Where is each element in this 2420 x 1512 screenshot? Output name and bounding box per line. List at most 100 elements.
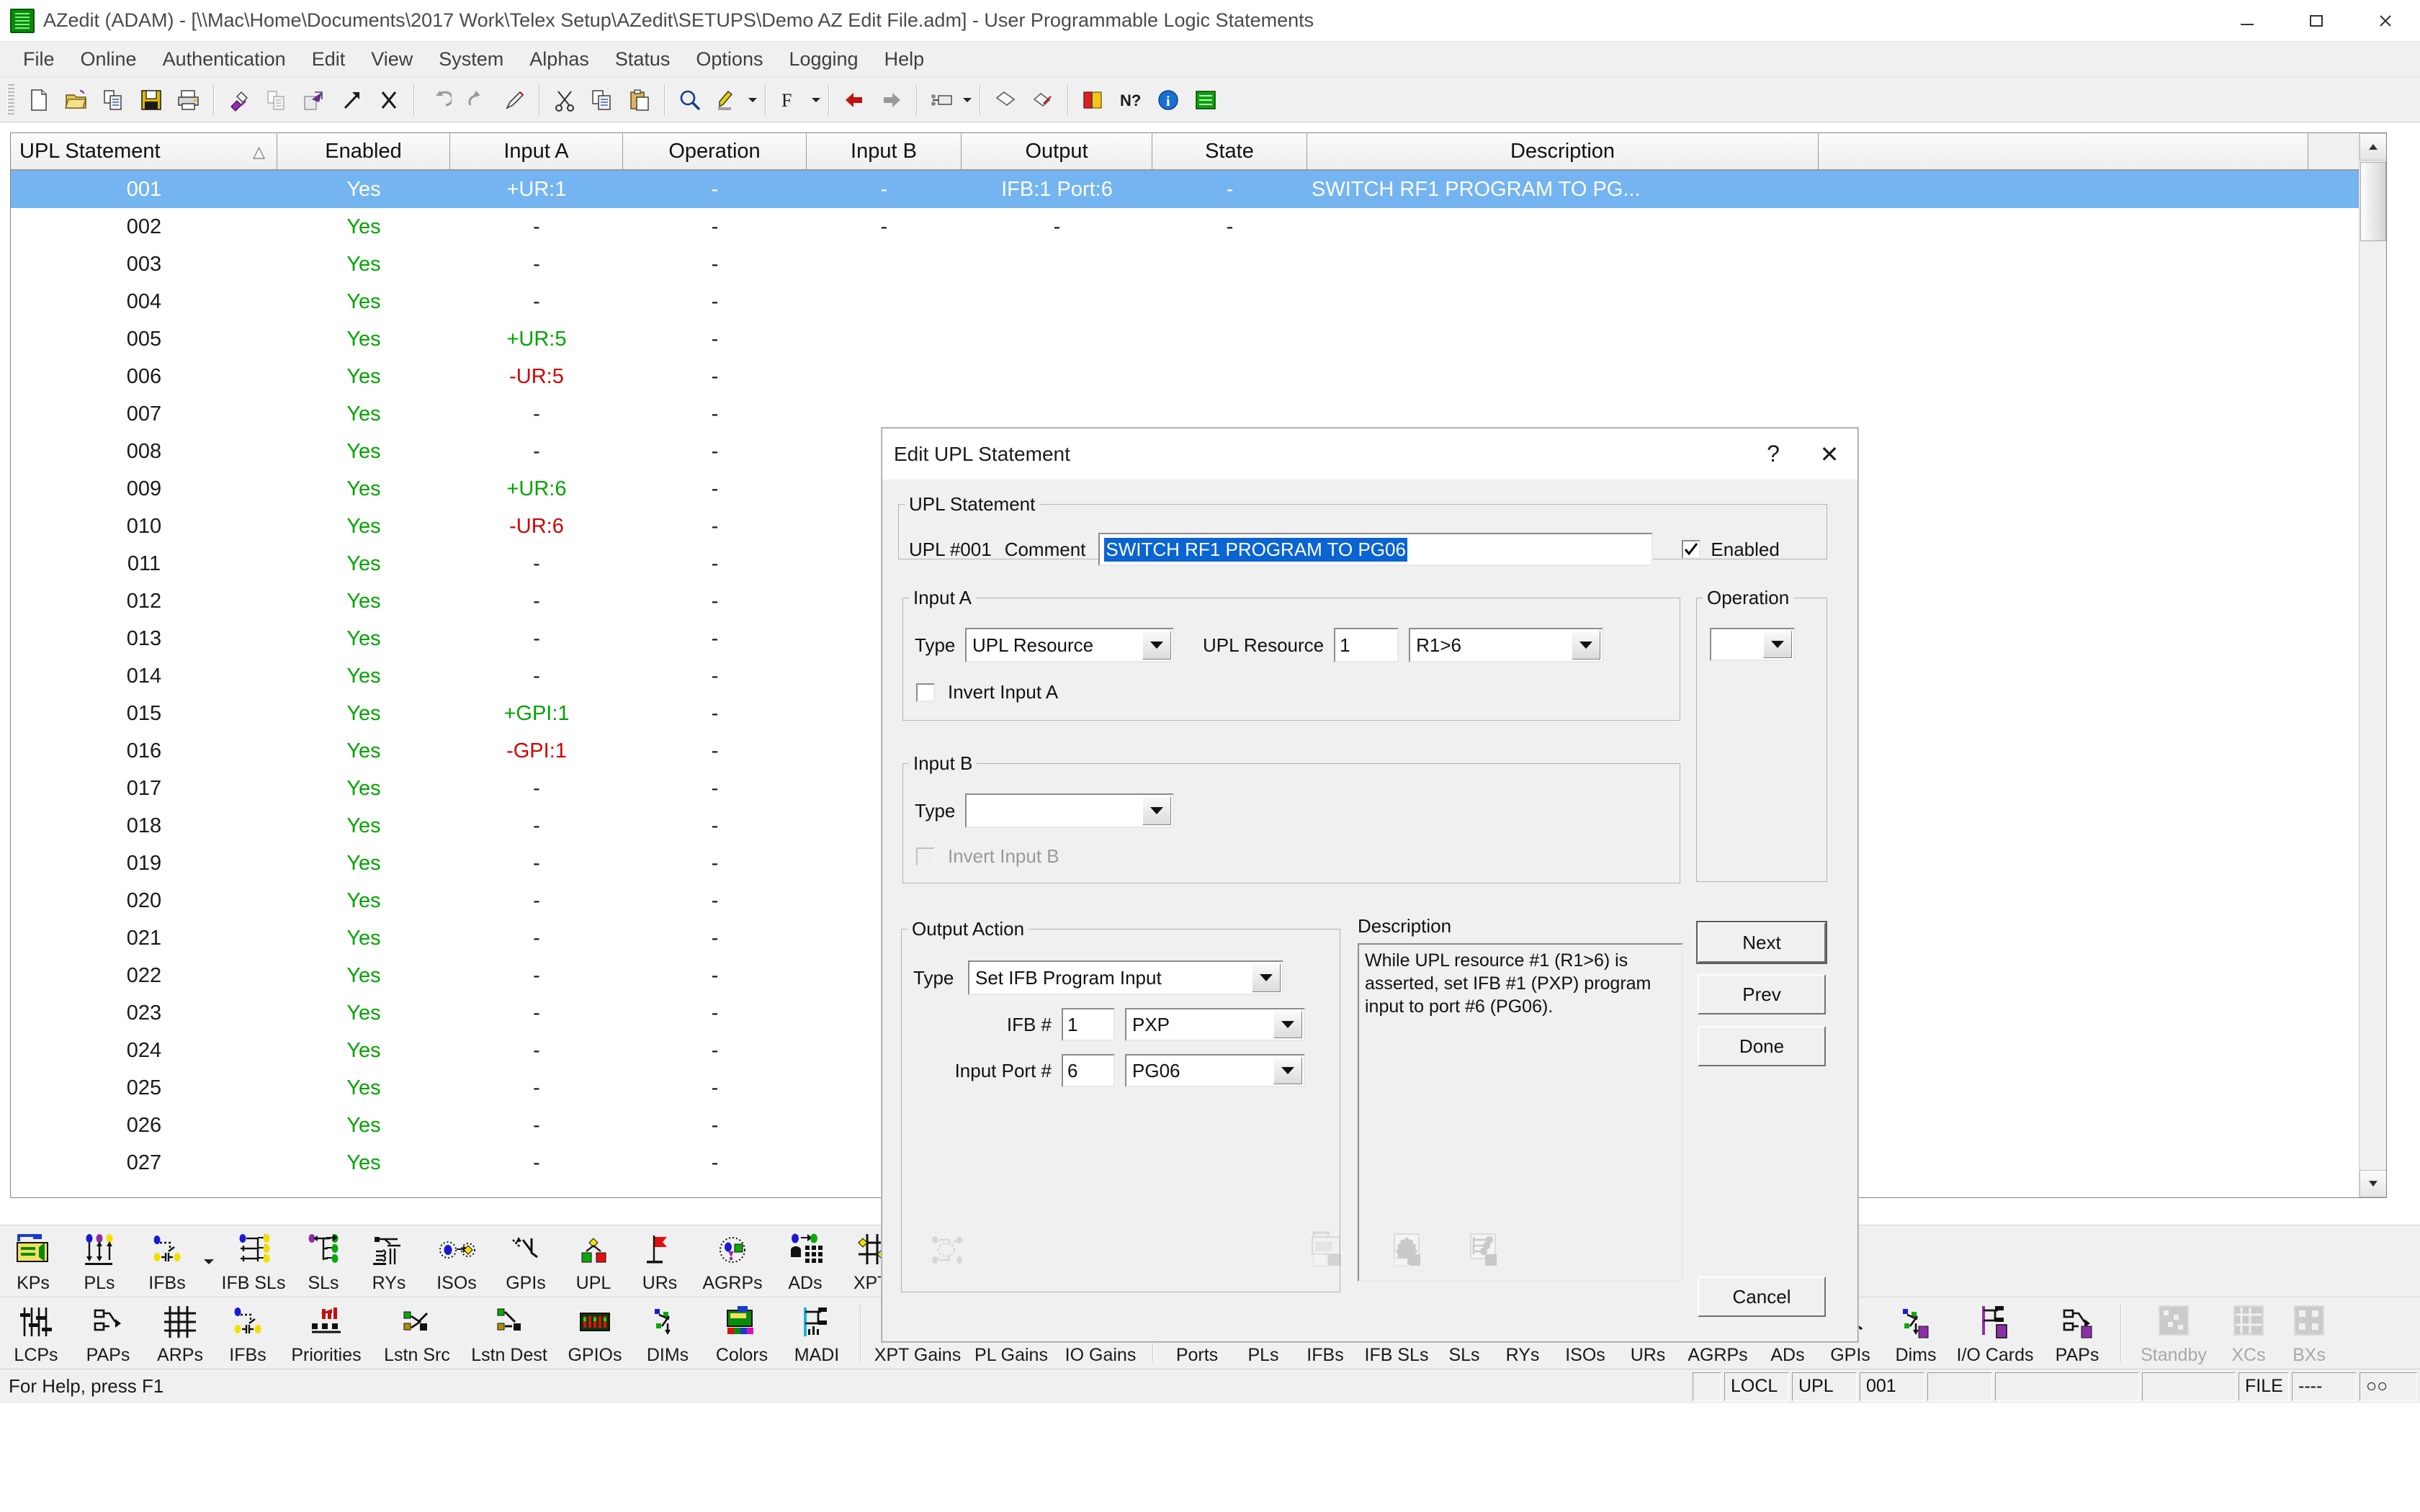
- output-type-select[interactable]: Set IFB Program Input: [968, 960, 1283, 995]
- table-row[interactable]: 004 Yes - -: [11, 283, 2386, 320]
- chevron-down-icon[interactable]: [202, 1256, 216, 1297]
- connect-plug-icon[interactable]: [220, 81, 258, 119]
- toolbar-button-dims[interactable]: Dims: [1883, 1297, 1949, 1369]
- info-icon[interactable]: i: [1150, 81, 1187, 119]
- menu-item-view[interactable]: View: [358, 45, 426, 73]
- arrow-out-icon[interactable]: [333, 81, 370, 119]
- toolbar-button-ifbs[interactable]: IFBs: [133, 1225, 202, 1297]
- toolbar-button-pls[interactable]: PLs: [66, 1225, 133, 1297]
- input-port-number-input[interactable]: 6: [1062, 1054, 1115, 1087]
- chevron-down-icon[interactable]: [1252, 963, 1281, 992]
- toolbar-button-kps[interactable]: KPs: [0, 1225, 66, 1297]
- prev-button[interactable]: Prev: [1698, 974, 1826, 1014]
- input-a-type-select[interactable]: UPL Resource: [965, 628, 1174, 662]
- undo-icon[interactable]: [421, 81, 458, 119]
- table-row[interactable]: 002 Yes - - - - -: [11, 208, 2386, 246]
- minimize-icon[interactable]: [2213, 1, 2282, 41]
- grid-column-header[interactable]: Output: [962, 133, 1152, 169]
- toolbar-button-rys[interactable]: RYs: [356, 1225, 422, 1297]
- table-row[interactable]: 005 Yes +UR:5 -: [11, 320, 2386, 358]
- save-disk-icon[interactable]: [133, 81, 170, 119]
- grid-column-header[interactable]: Input B: [807, 133, 962, 169]
- clear-pencil-icon[interactable]: [496, 81, 533, 119]
- close-icon[interactable]: [2351, 1, 2420, 41]
- menu-item-online[interactable]: Online: [68, 45, 150, 73]
- chevron-down-icon[interactable]: [746, 81, 759, 119]
- toolbar-button-ads[interactable]: ADs: [772, 1225, 838, 1297]
- chevron-down-icon[interactable]: [961, 81, 974, 119]
- new-file-icon[interactable]: [20, 81, 58, 119]
- menu-item-system[interactable]: System: [426, 45, 516, 73]
- scrollbar-thumb[interactable]: [2360, 162, 2386, 241]
- help-icon[interactable]: ?: [1745, 429, 1801, 480]
- chevron-down-icon[interactable]: [1142, 796, 1171, 825]
- grid-column-header[interactable]: Enabled: [277, 133, 450, 169]
- grid-column-header[interactable]: Description: [1307, 133, 1819, 169]
- comment-input[interactable]: SWITCH RF1 PROGRAM TO PG06: [1098, 533, 1654, 566]
- ifb-number-input[interactable]: 1: [1062, 1008, 1115, 1041]
- input-port-name-select[interactable]: PG06: [1125, 1054, 1305, 1087]
- print-icon[interactable]: [170, 81, 207, 119]
- toolbar-button-arps[interactable]: ARPs: [144, 1297, 216, 1369]
- toolbar-button-gpis[interactable]: GPIs: [491, 1225, 560, 1297]
- menu-item-alphas[interactable]: Alphas: [516, 45, 602, 73]
- vertical-scrollbar[interactable]: [2359, 133, 2386, 1197]
- toolbar-button-paps[interactable]: PAPs: [72, 1297, 144, 1369]
- scroll-down-icon[interactable]: [2360, 1170, 2386, 1197]
- chevron-down-icon[interactable]: [1572, 631, 1601, 660]
- table-row[interactable]: 003 Yes - -: [11, 246, 2386, 283]
- prev-red-arrow-icon[interactable]: [835, 81, 873, 119]
- highlight-marker-icon[interactable]: [709, 81, 746, 119]
- grid-column-header[interactable]: Input A: [450, 133, 623, 169]
- search-icon[interactable]: [671, 81, 709, 119]
- toolbar-button-paps[interactable]: PAPs: [2041, 1297, 2113, 1369]
- maximize-icon[interactable]: [2282, 1, 2351, 41]
- font-icon[interactable]: F: [772, 81, 810, 119]
- chevron-down-icon[interactable]: [1273, 1057, 1302, 1084]
- toolbar-button-gpios[interactable]: GPIOs: [557, 1297, 632, 1369]
- toolbar-button-dims[interactable]: DIMs: [632, 1297, 703, 1369]
- monitor-green-icon[interactable]: [1187, 81, 1224, 119]
- close-icon[interactable]: ✕: [1801, 429, 1857, 480]
- menu-item-options[interactable]: Options: [683, 45, 776, 73]
- table-row[interactable]: 006 Yes -UR:5 -: [11, 358, 2386, 395]
- cut-scissors-icon[interactable]: [546, 81, 583, 119]
- toolbar-button-upl[interactable]: UPL: [560, 1225, 627, 1297]
- toolbar-button-isos[interactable]: ISOs: [422, 1225, 491, 1297]
- download-pages-icon[interactable]: [258, 81, 295, 119]
- tag-pencil-icon[interactable]: [1024, 81, 1062, 119]
- tag-blank-icon[interactable]: [987, 81, 1024, 119]
- scroll-up-icon[interactable]: [2360, 133, 2386, 161]
- grid-column-header[interactable]: [1819, 133, 2308, 169]
- menu-item-edit[interactable]: Edit: [299, 45, 359, 73]
- invert-input-a-checkbox[interactable]: [916, 683, 935, 702]
- next-gray-arrow-icon[interactable]: [873, 81, 910, 119]
- toolbar-button-ifbs[interactable]: IFBs: [216, 1297, 279, 1369]
- grid-column-header[interactable]: Operation: [623, 133, 807, 169]
- upl-resource-number-input[interactable]: 1: [1334, 628, 1399, 662]
- input-b-type-select[interactable]: [965, 793, 1174, 828]
- ifb-name-select[interactable]: PXP: [1125, 1008, 1305, 1041]
- toolbar-button-ifb-sls[interactable]: IFB SLs: [216, 1225, 291, 1297]
- menu-item-status[interactable]: Status: [602, 45, 684, 73]
- menu-item-help[interactable]: Help: [871, 45, 938, 73]
- toolbar-button-priorities[interactable]: Priorities: [279, 1297, 373, 1369]
- chevron-down-icon[interactable]: [1273, 1011, 1302, 1038]
- toolbar-button-lstn-src[interactable]: Lstn Src: [373, 1297, 461, 1369]
- book-help-icon[interactable]: [1075, 81, 1112, 119]
- upl-resource-name-select[interactable]: R1>6: [1409, 628, 1604, 662]
- send-upload-icon[interactable]: [295, 81, 333, 119]
- keyboard-link-icon[interactable]: [923, 81, 961, 119]
- paste-icon[interactable]: [621, 81, 658, 119]
- done-button[interactable]: Done: [1698, 1026, 1826, 1066]
- toolbar-button-agrps[interactable]: AGRPs: [693, 1225, 772, 1297]
- copy-pages-icon[interactable]: [95, 81, 133, 119]
- toolbar-button-i-o-cards[interactable]: I/O Cards: [1949, 1297, 2041, 1369]
- toolbar-button-urs[interactable]: URs: [627, 1225, 693, 1297]
- menu-item-authentication[interactable]: Authentication: [150, 45, 299, 73]
- toolbar-button-sls[interactable]: SLs: [291, 1225, 356, 1297]
- toolbar-button-colors[interactable]: Colors: [703, 1297, 781, 1369]
- open-folder-icon[interactable]: [58, 81, 95, 119]
- redo-icon[interactable]: [458, 81, 496, 119]
- toolbar-button-lstn-dest[interactable]: Lstn Dest: [461, 1297, 557, 1369]
